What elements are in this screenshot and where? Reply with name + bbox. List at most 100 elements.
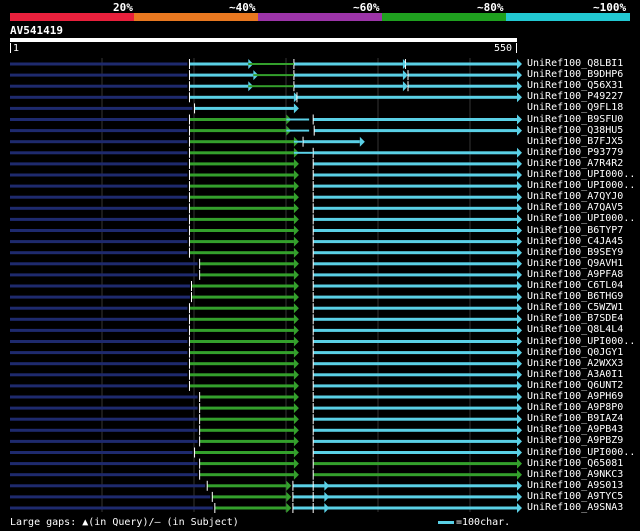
hit-row[interactable] <box>10 491 522 502</box>
hit-label[interactable]: UniRef100_C6TL04 <box>527 280 623 291</box>
hit-label[interactable]: UniRef100_Q9AVH1 <box>527 258 623 269</box>
hit-label[interactable]: UniRef100_Q65081 <box>527 458 623 469</box>
hit-label[interactable]: UniRef100_A9PBZ9 <box>527 435 623 446</box>
hit-label[interactable]: UniRef100_A3A0I1 <box>527 369 623 380</box>
hit-segment <box>313 473 517 477</box>
hit-row[interactable] <box>10 269 522 280</box>
hit-label[interactable]: UniRef100_Q6UNT2 <box>527 380 623 391</box>
hit-segment <box>10 173 188 177</box>
hit-row[interactable] <box>10 336 522 347</box>
hit-segment <box>313 439 517 443</box>
hit-label[interactable]: UniRef100_C5WZW1 <box>527 302 623 313</box>
hit-segment <box>199 428 294 432</box>
hit-label[interactable]: UniRef100_B9SFU0 <box>527 114 623 125</box>
hit-row[interactable] <box>10 136 365 147</box>
hit-row[interactable] <box>10 469 522 480</box>
hit-label[interactable]: UniRef100_Q9FL18 <box>527 102 623 113</box>
hit-label[interactable]: UniRef100_Q0JGY1 <box>527 347 623 358</box>
hit-row[interactable] <box>10 303 522 314</box>
hit-row[interactable] <box>10 358 522 369</box>
hit-row[interactable] <box>10 392 522 402</box>
hit-label[interactable]: UniRef100_UPI000.. <box>527 213 635 224</box>
hit-row[interactable] <box>10 92 522 103</box>
hit-label[interactable]: UniRef100_A9PFA8 <box>527 269 623 280</box>
hit-row[interactable] <box>10 258 522 269</box>
hit-row[interactable] <box>10 158 522 169</box>
hit-row[interactable] <box>10 181 522 192</box>
hit-label[interactable]: UniRef100_UPI000.. <box>527 336 635 347</box>
hit-row[interactable] <box>10 236 522 247</box>
hit-row[interactable] <box>10 414 522 425</box>
hit-row[interactable] <box>10 214 522 225</box>
hit-arrowhead <box>286 503 292 513</box>
hit-arrowhead <box>517 59 522 69</box>
hit-label[interactable]: UniRef100_B9SEY9 <box>527 247 623 258</box>
hit-row[interactable] <box>10 192 522 203</box>
hit-label[interactable]: UniRef100_B6THG9 <box>527 291 623 302</box>
hit-row[interactable] <box>10 247 522 258</box>
hit-arrowhead <box>402 70 408 81</box>
hit-row[interactable] <box>10 403 522 414</box>
hit-segment <box>189 162 294 166</box>
hit-label[interactable]: UniRef100_Q56X31 <box>527 80 623 91</box>
hit-label[interactable]: UniRef100_Q38HU5 <box>527 125 623 136</box>
hit-segment <box>191 284 294 288</box>
hit-label[interactable]: UniRef100_A9P8P0 <box>527 402 623 413</box>
hit-label[interactable]: UniRef100_A9NKC3 <box>527 469 623 480</box>
hit-label[interactable]: UniRef100_UPI000.. <box>527 447 635 458</box>
hit-label[interactable]: UniRef100_A7R4R2 <box>527 158 623 169</box>
hit-label[interactable]: UniRef100_P93779 <box>527 147 623 158</box>
hit-row[interactable] <box>10 380 522 391</box>
hit-label[interactable]: UniRef100_B9IAZ4 <box>527 413 623 424</box>
hit-row[interactable] <box>10 225 522 236</box>
hit-label[interactable]: UniRef100_A9PB43 <box>527 424 623 435</box>
hit-label[interactable]: UniRef100_P49227 <box>527 91 623 102</box>
hit-segment <box>10 406 198 410</box>
hit-label[interactable]: UniRef100_A2WXX3 <box>527 358 623 369</box>
hit-label[interactable]: UniRef100_B9DHP6 <box>527 69 623 80</box>
hit-row[interactable] <box>10 480 522 491</box>
hit-row[interactable] <box>10 325 522 336</box>
hit-row[interactable] <box>10 347 522 358</box>
hit-arrowhead <box>293 414 299 425</box>
hit-gap <box>402 63 406 65</box>
hit-row[interactable] <box>10 81 522 92</box>
hit-row[interactable] <box>10 503 522 513</box>
hit-arrowhead <box>517 192 522 203</box>
hit-row[interactable] <box>10 103 299 114</box>
hit-segment <box>10 184 188 188</box>
hit-label[interactable]: UniRef100_UPI000.. <box>527 180 635 191</box>
hit-arrowhead <box>517 269 522 280</box>
hit-label[interactable]: UniRef100_Q8L4L4 <box>527 324 623 335</box>
hit-row[interactable] <box>10 125 522 136</box>
hit-segment <box>212 495 287 499</box>
hit-row[interactable] <box>10 436 522 447</box>
hit-row[interactable] <box>10 70 522 81</box>
hit-row[interactable] <box>10 447 522 458</box>
hit-label[interactable]: UniRef100_A9S013 <box>527 480 623 491</box>
hit-label[interactable]: UniRef100_B7FJX5 <box>527 136 623 147</box>
hit-row[interactable] <box>10 203 522 214</box>
hit-row[interactable] <box>10 314 522 325</box>
hit-row[interactable] <box>10 114 522 125</box>
hit-row[interactable] <box>10 170 522 180</box>
hit-row[interactable] <box>10 147 522 158</box>
hit-label[interactable]: UniRef100_UPI000.. <box>527 169 635 180</box>
hit-label[interactable]: UniRef100_B6TYP7 <box>527 225 623 236</box>
hit-label[interactable]: UniRef100_A9PH69 <box>527 391 623 402</box>
hit-label[interactable]: UniRef100_B7SDE4 <box>527 313 623 324</box>
hit-segment <box>407 84 517 88</box>
hit-label[interactable]: UniRef100_C4JA45 <box>527 236 623 247</box>
hit-row[interactable] <box>10 59 522 69</box>
hit-label[interactable]: UniRef100_A9TYC5 <box>527 491 623 502</box>
hit-row[interactable] <box>10 369 522 380</box>
hit-row[interactable] <box>10 458 522 469</box>
hit-segment <box>313 495 517 499</box>
hit-label[interactable]: UniRef100_Q8LBI1 <box>527 58 623 69</box>
hit-label[interactable]: UniRef100_A7QYJ0 <box>527 191 623 202</box>
hit-label[interactable]: UniRef100_A7QAV5 <box>527 202 623 213</box>
hit-row[interactable] <box>10 281 522 291</box>
hit-row[interactable] <box>10 425 522 436</box>
hit-label[interactable]: UniRef100_A9SNA3 <box>527 502 623 513</box>
hit-row[interactable] <box>10 292 522 303</box>
